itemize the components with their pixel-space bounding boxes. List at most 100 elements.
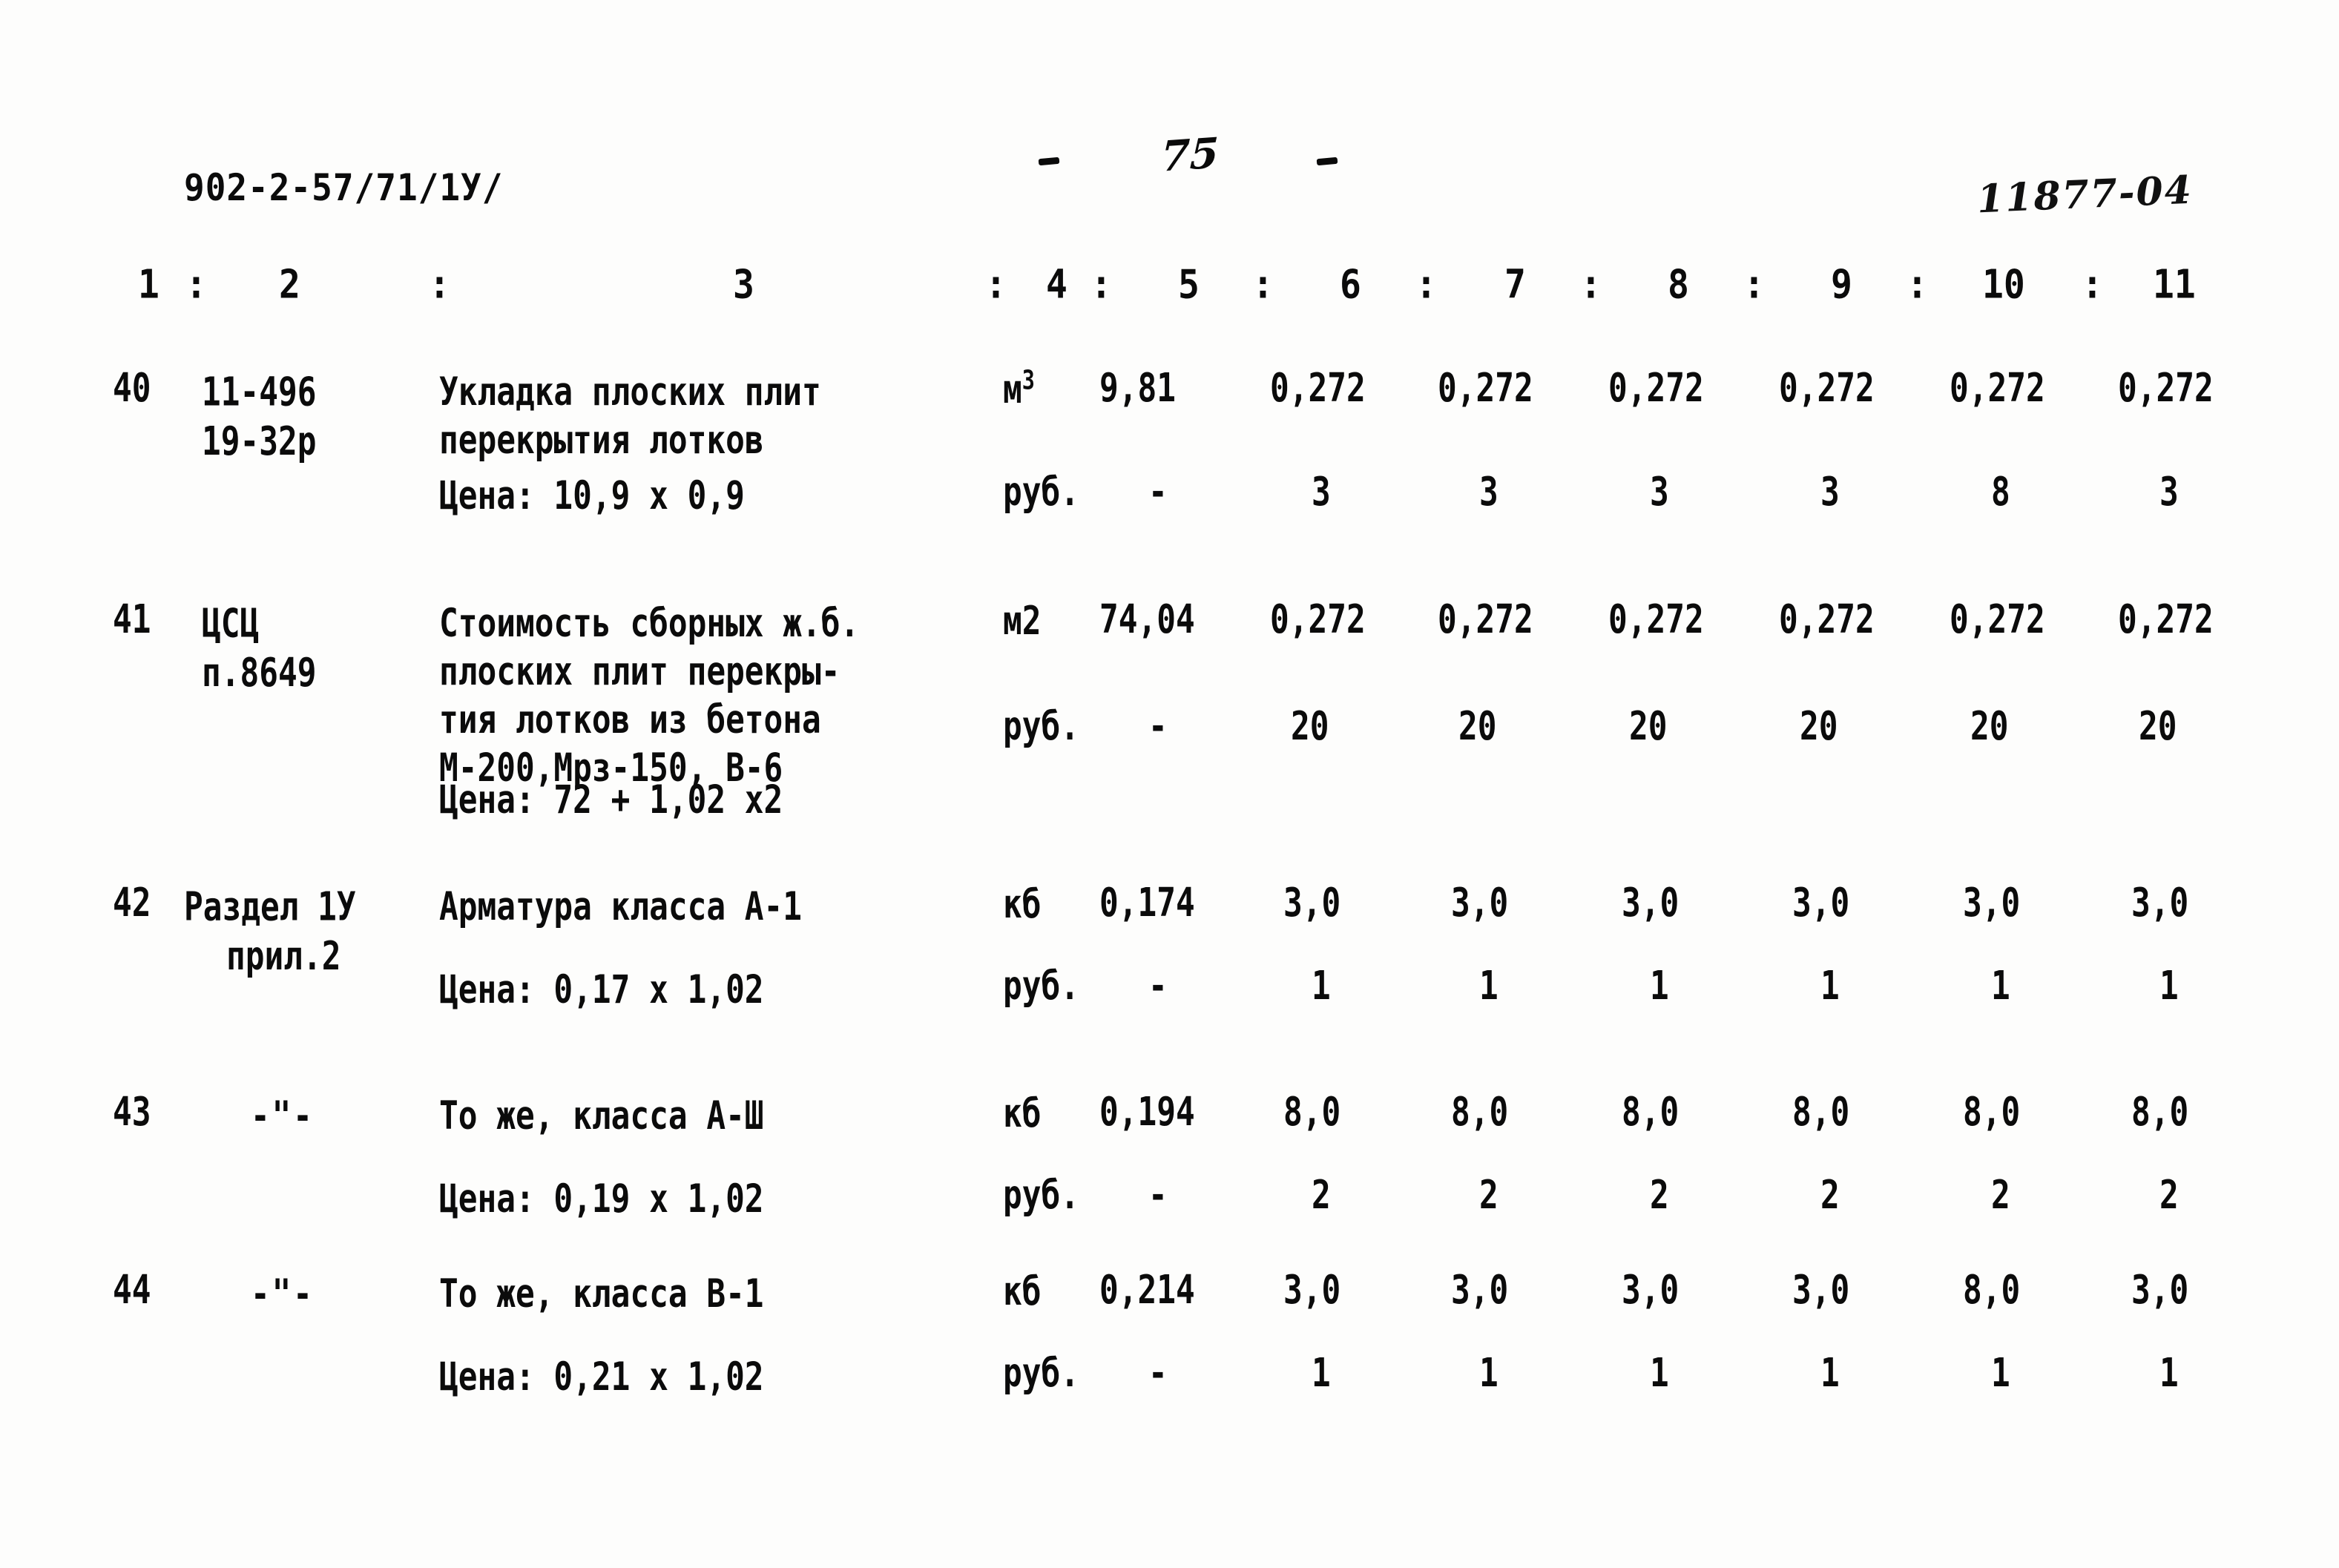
row-description: То же, класса В-1 (439, 1271, 764, 1317)
row-value-col11: 0,272 (2118, 364, 2214, 411)
price-value-col11: 1 (2159, 1349, 2179, 1396)
price-value-col10: 1 (1991, 1349, 2010, 1396)
row-value-col6: 0,272 (1270, 596, 1366, 642)
row-value-col7: 3,0 (1451, 879, 1509, 926)
column-number-header: 1 : 2 : 3 : 4 : 5 : 6 : 7 : 8 : 9 : 10 :… (0, 261, 2339, 313)
row-value-col8: 0,272 (1608, 364, 1704, 411)
row-code: Раздел 1У прил.2 (184, 883, 356, 981)
row-value-col10: 3,0 (1963, 879, 2021, 926)
column-sep-9: : (1907, 261, 1928, 308)
row-unit-text: м2 (1003, 597, 1042, 645)
price-value-col10: 2 (1991, 1171, 2010, 1218)
row-unit-text: м (1003, 366, 1022, 413)
price-value-col8: 3 (1650, 468, 1669, 515)
column-sep-5: : (1252, 261, 1274, 308)
row-code: ЦСЦ п.8649 (202, 599, 316, 697)
row-unit: кб (1003, 1092, 1041, 1133)
price-value-col9: 2 (1820, 1171, 1840, 1218)
price-value-col6: 1 (1312, 1349, 1331, 1396)
row-unit: кб (1003, 1270, 1041, 1311)
price-value-col11: 2 (2159, 1171, 2179, 1218)
row-code: 11-496 19-32р (202, 368, 316, 466)
column-label-1: 1 (138, 261, 159, 308)
row-value-col11: 0,272 (2118, 596, 2214, 642)
handwritten-stamp-code: 11877-04 (1976, 167, 2194, 223)
price-formula: Цена: 10,9 x 0,9 (439, 472, 745, 518)
row-unit-text: кб (1003, 1090, 1042, 1137)
price-value-col10: 1 (1991, 962, 2010, 1009)
price-formula: Цена: 0,21 x 1,02 (439, 1354, 764, 1400)
row-value-col9: 0,272 (1779, 364, 1875, 411)
row-unit: м3 (1003, 365, 1035, 409)
price-value-col7: 3 (1479, 468, 1499, 515)
row-value-col10: 8,0 (1963, 1088, 2021, 1135)
price-quantity: - (1148, 1171, 1168, 1218)
row-value-col8: 0,272 (1608, 596, 1704, 642)
row-code-line2: 19-32р (202, 418, 317, 464)
row-value-col7: 0,272 (1438, 364, 1533, 411)
price-quantity: - (1148, 702, 1168, 749)
page-number-dash-right (1316, 157, 1338, 166)
price-value-col8: 1 (1650, 962, 1669, 1009)
row-quantity: 0,214 (1099, 1266, 1195, 1313)
row-description: Укладка плоских плит перекрытия лотков (439, 369, 821, 463)
row-description: Арматура класса А-1 (439, 883, 803, 929)
price-quantity: - (1148, 468, 1168, 515)
row-value-col10: 0,272 (1950, 364, 2045, 411)
row-quantity: 0,194 (1099, 1088, 1195, 1135)
page-number-dash-left (1038, 157, 1060, 166)
column-sep-8: : (1743, 261, 1765, 308)
price-value-col7: 1 (1479, 1349, 1499, 1396)
column-label-6: 6 (1340, 261, 1361, 308)
column-sep-7: : (1580, 261, 1602, 308)
row-unit-text: кб (1003, 1268, 1042, 1315)
column-sep-10: : (2082, 261, 2103, 308)
row-index: 43 (113, 1088, 151, 1135)
row-value-col9: 8,0 (1792, 1088, 1850, 1135)
price-unit: руб. (1003, 702, 1079, 749)
price-formula: Цена: 72 + 1,02 x2 (439, 777, 783, 823)
row-index: 44 (113, 1266, 151, 1313)
row-value-col6: 3,0 (1283, 879, 1341, 926)
row-code: -"- (251, 1093, 315, 1139)
price-value-col6: 1 (1312, 962, 1331, 1009)
price-quantity: - (1148, 962, 1168, 1009)
row-unit: м2 (1003, 599, 1041, 640)
row-value-col11: 8,0 (2131, 1088, 2189, 1135)
price-value-col7: 20 (1458, 702, 1497, 749)
row-unit-superscript: 3 (1022, 365, 1035, 396)
row-value-col6: 3,0 (1283, 1266, 1341, 1313)
price-value-col6: 2 (1312, 1171, 1331, 1218)
row-value-col9: 3,0 (1792, 1266, 1850, 1313)
price-value-col9: 20 (1800, 702, 1838, 749)
row-code-line2: прил.2 (226, 932, 341, 979)
price-value-col11: 20 (2139, 702, 2177, 749)
price-value-col8: 20 (1629, 702, 1668, 749)
column-label-2: 2 (279, 261, 300, 308)
price-unit: руб. (1003, 962, 1079, 1009)
row-value-col11: 3,0 (2131, 879, 2189, 926)
price-value-col8: 2 (1650, 1171, 1669, 1218)
row-code-line1: ЦСЦ (202, 600, 260, 647)
column-label-8: 8 (1668, 261, 1689, 308)
document-code: 902-2-57/71/1У/ (184, 165, 504, 209)
page-number: 75 (1159, 128, 1220, 182)
price-unit: руб. (1003, 468, 1079, 515)
column-sep-6: : (1415, 261, 1437, 308)
price-value-col6: 20 (1291, 702, 1329, 749)
row-index: 42 (113, 879, 151, 926)
row-quantity: 9,81 (1099, 364, 1176, 411)
row-value-col6: 8,0 (1283, 1088, 1341, 1135)
row-value-col6: 0,272 (1270, 364, 1366, 411)
document-page: 902-2-57/71/1У/ 75 11877-04 1 : 2 : 3 : … (0, 0, 2339, 1568)
row-value-col8: 8,0 (1622, 1088, 1680, 1135)
price-value-col6: 3 (1312, 468, 1331, 515)
price-value-col10: 20 (1970, 702, 2009, 749)
row-code-line1: 11-496 (202, 369, 317, 415)
column-sep-3: : (985, 261, 1007, 308)
price-value-col9: 1 (1820, 1349, 1840, 1396)
row-value-col9: 3,0 (1792, 879, 1850, 926)
row-value-col7: 0,272 (1438, 596, 1533, 642)
column-label-11: 11 (2153, 261, 2196, 308)
price-unit: руб. (1003, 1349, 1079, 1396)
